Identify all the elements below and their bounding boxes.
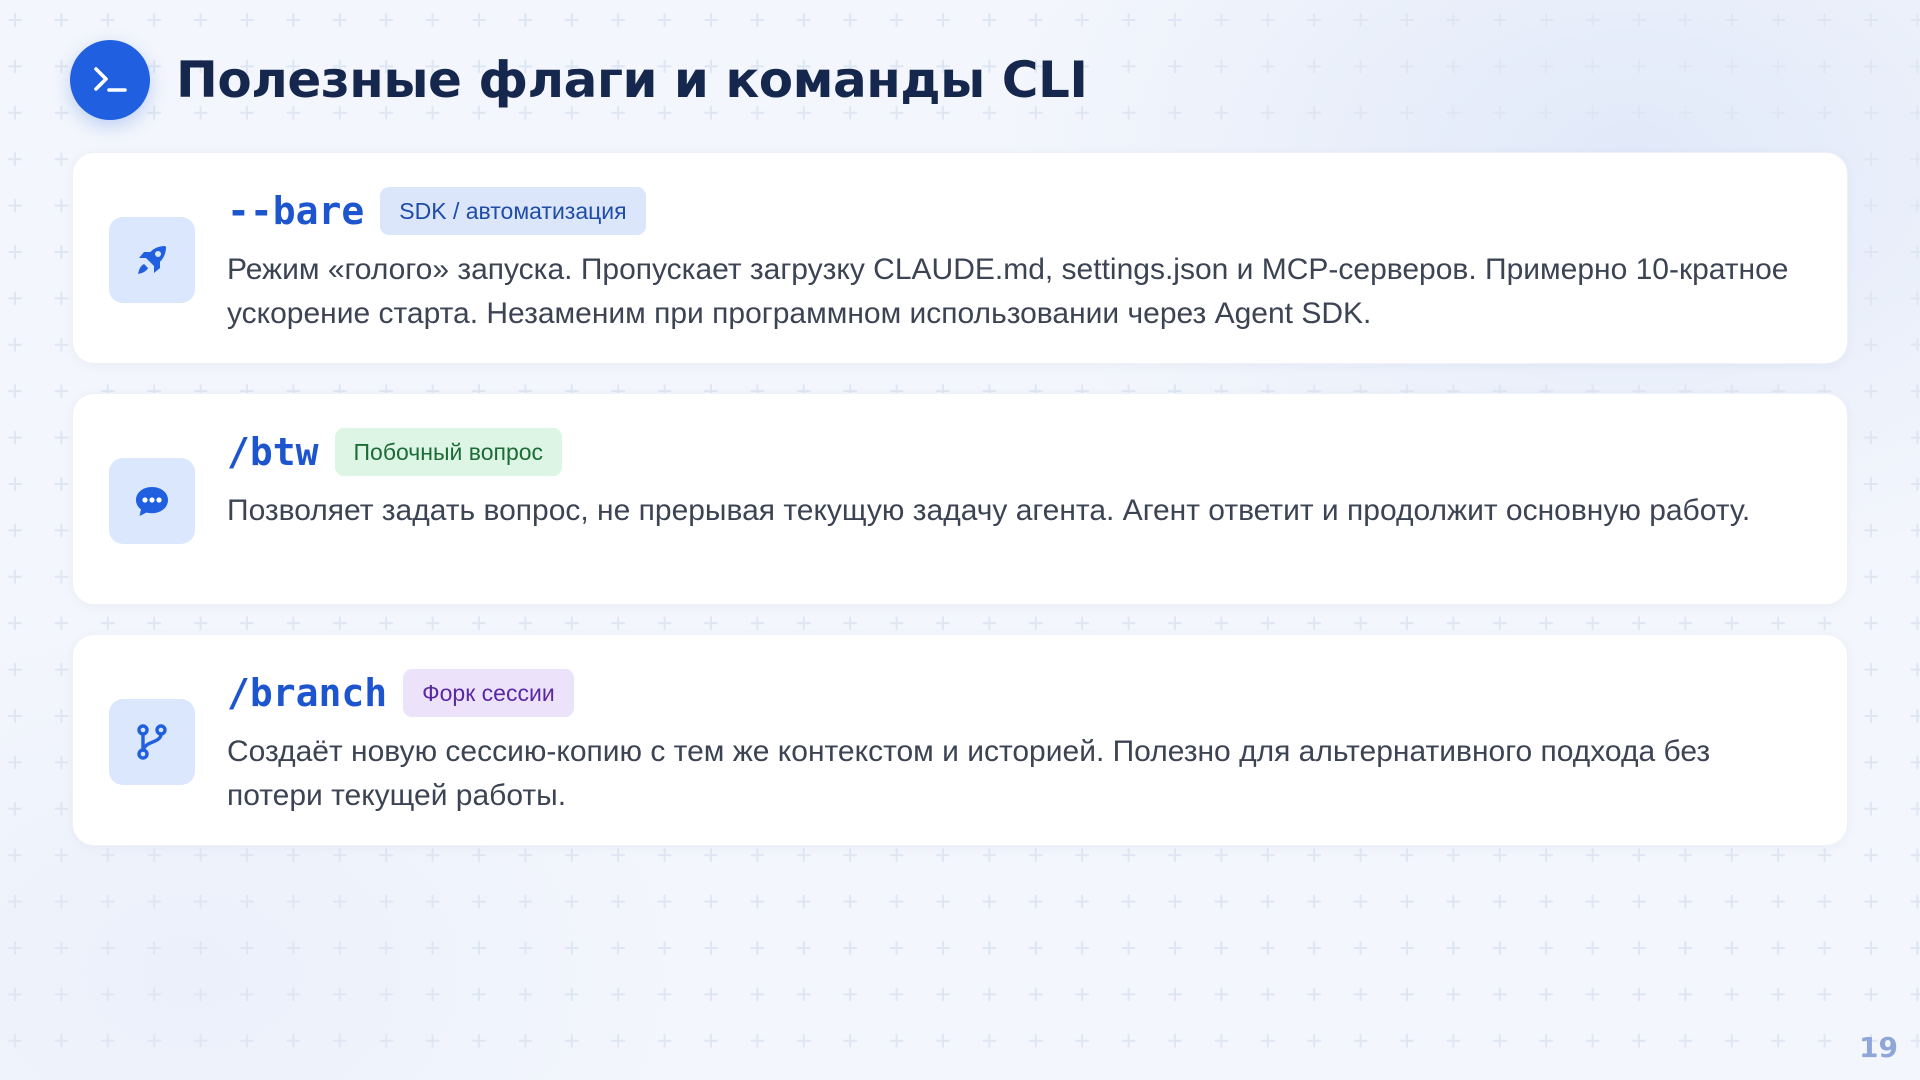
terminal-prompt-icon xyxy=(70,40,150,120)
category-badge: SDK / автоматизация xyxy=(380,187,646,235)
category-badge: Форк сессии xyxy=(403,669,574,717)
card-header: --bare SDK / автоматизация xyxy=(227,186,646,236)
chat-bubble-icon xyxy=(109,458,195,544)
card-header: /btw Побочный вопрос xyxy=(227,427,563,477)
command-name: /btw xyxy=(227,430,319,474)
slide-title: Полезные флаги и команды CLI xyxy=(176,51,1088,109)
rocket-icon xyxy=(109,217,195,303)
command-name: --bare xyxy=(227,189,365,233)
command-description: Режим «голого» запуска. Пропускает загру… xyxy=(227,253,1789,330)
git-branch-icon xyxy=(109,699,195,785)
slide-header: Полезные флаги и команды CLI xyxy=(70,40,1088,120)
command-card-btw: /btw Побочный вопрос Позволяет задать во… xyxy=(72,393,1848,605)
command-name: /branch xyxy=(227,671,388,715)
command-card-bare: --bare SDK / автоматизация Режим «голого… xyxy=(72,152,1848,364)
page-number: 19 xyxy=(1859,1031,1898,1064)
command-description: Позволяет задать вопрос, не прерывая тек… xyxy=(227,494,1751,527)
category-badge: Побочный вопрос xyxy=(334,428,563,476)
command-card-branch: /branch Форк сессии Создаёт новую сессию… xyxy=(72,634,1848,846)
card-header: /branch Форк сессии xyxy=(227,668,574,718)
command-description: Создаёт новую сессию-копию с тем же конт… xyxy=(227,735,1711,812)
